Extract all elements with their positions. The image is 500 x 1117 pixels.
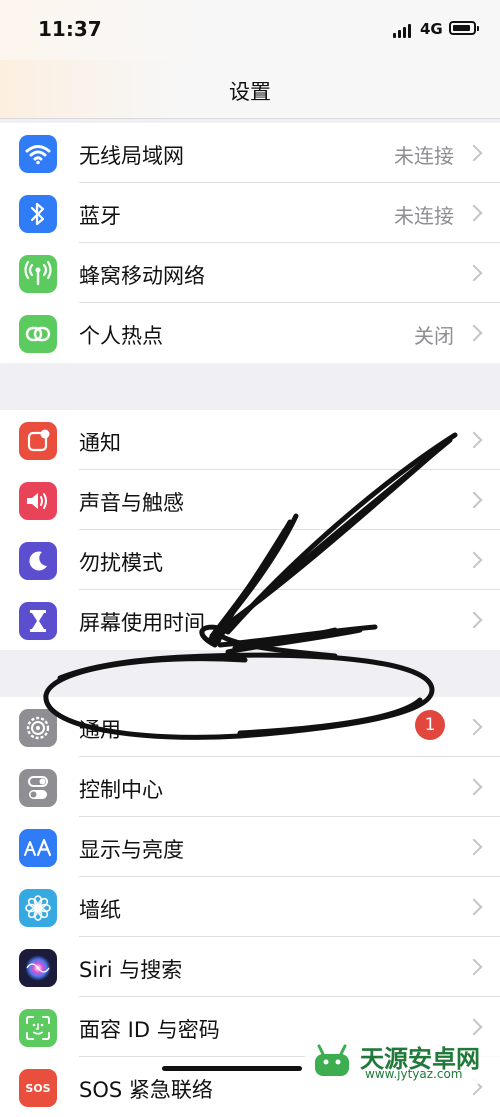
settings-row-general[interactable]: 通用 1 bbox=[0, 697, 500, 757]
flower-icon bbox=[19, 889, 57, 927]
battery-icon bbox=[449, 21, 479, 35]
settings-row-wifi[interactable]: 无线局域网 未连接 bbox=[0, 123, 500, 183]
settings-row-label: 通知 bbox=[79, 431, 121, 455]
chevron-right-icon bbox=[465, 144, 483, 162]
settings-row-label: 屏幕使用时间 bbox=[79, 611, 205, 635]
toggles-icon bbox=[19, 769, 57, 807]
signal-strength-icon bbox=[393, 22, 413, 38]
status-time: 11:37 bbox=[38, 17, 102, 41]
chevron-right-icon bbox=[465, 898, 483, 916]
settings-row-label: 面容 ID 与密码 bbox=[79, 1018, 220, 1042]
settings-row-cellular[interactable]: 蜂窝移动网络 bbox=[0, 243, 500, 303]
chevron-right-icon bbox=[465, 718, 483, 736]
wifi-icon bbox=[19, 135, 57, 173]
settings-row-sounds[interactable]: 声音与触感 bbox=[0, 470, 500, 530]
settings-row-screen-time[interactable]: 屏幕使用时间 bbox=[0, 590, 500, 650]
settings-row-value: 未连接 bbox=[394, 144, 454, 168]
settings-row-label: 蜂窝移动网络 bbox=[79, 264, 205, 288]
settings-row-label: 显示与亮度 bbox=[79, 838, 184, 862]
settings-row-label: 蓝牙 bbox=[79, 204, 121, 228]
hotspot-icon bbox=[19, 315, 57, 353]
chevron-right-icon bbox=[465, 491, 483, 509]
chevron-right-icon bbox=[465, 431, 483, 449]
gear-icon bbox=[19, 709, 57, 747]
page-title: 设置 bbox=[229, 80, 271, 104]
sound-icon bbox=[19, 482, 57, 520]
notification-badge: 1 bbox=[415, 710, 445, 740]
settings-row-display[interactable]: 显示与亮度 bbox=[0, 817, 500, 877]
watermark: 天源安卓网 www.jytyaz.com bbox=[305, 1038, 500, 1084]
settings-row-value: 关闭 bbox=[414, 324, 454, 348]
face-id-icon bbox=[19, 1009, 57, 1047]
sos-icon: SOS bbox=[19, 1069, 57, 1107]
hourglass-icon bbox=[19, 602, 57, 640]
status-bar: 11:37 4G bbox=[0, 0, 500, 60]
settings-row-label: 通用 bbox=[79, 718, 121, 742]
settings-row-label: Siri 与搜索 bbox=[79, 958, 183, 982]
settings-row-bluetooth[interactable]: 蓝牙 未连接 bbox=[0, 183, 500, 243]
navigation-bar: 设置 bbox=[0, 60, 500, 119]
bluetooth-icon bbox=[19, 195, 57, 233]
notification-icon bbox=[19, 422, 57, 460]
settings-row-hotspot[interactable]: 个人热点 关闭 bbox=[0, 303, 500, 363]
network-type: 4G bbox=[420, 20, 443, 38]
settings-row-wallpaper[interactable]: 墙纸 bbox=[0, 877, 500, 937]
settings-row-control-center[interactable]: 控制中心 bbox=[0, 757, 500, 817]
chevron-right-icon bbox=[465, 204, 483, 222]
settings-row-label: 控制中心 bbox=[79, 778, 163, 802]
chevron-right-icon bbox=[465, 838, 483, 856]
settings-row-siri[interactable]: Siri 与搜索 bbox=[0, 937, 500, 997]
chevron-right-icon bbox=[465, 264, 483, 282]
chevron-right-icon bbox=[465, 611, 483, 629]
chevron-right-icon bbox=[465, 551, 483, 569]
cellular-icon bbox=[19, 255, 57, 293]
chevron-right-icon bbox=[465, 1018, 483, 1036]
text-size-icon bbox=[19, 829, 57, 867]
settings-row-notifications[interactable]: 通知 bbox=[0, 410, 500, 470]
settings-row-label: 墙纸 bbox=[79, 898, 121, 922]
settings-group-connectivity: 无线局域网 未连接 蓝牙 未连接 蜂窝移动网络 个人热点 关闭 bbox=[0, 123, 500, 363]
settings-row-do-not-disturb[interactable]: 勿扰模式 bbox=[0, 530, 500, 590]
settings-row-label: 无线局域网 bbox=[79, 144, 184, 168]
chevron-right-icon bbox=[465, 778, 483, 796]
settings-row-label: SOS 紧急联络 bbox=[79, 1078, 213, 1102]
moon-icon bbox=[19, 542, 57, 580]
watermark-url: www.jytyaz.com bbox=[365, 1067, 463, 1081]
chevron-right-icon bbox=[465, 324, 483, 342]
chevron-right-icon bbox=[465, 958, 483, 976]
settings-row-label: 勿扰模式 bbox=[79, 551, 163, 575]
siri-icon bbox=[19, 949, 57, 987]
settings-group-notifications: 通知 声音与触感 勿扰模式 屏幕使用时间 bbox=[0, 410, 500, 650]
settings-row-value: 未连接 bbox=[394, 204, 454, 228]
settings-row-label: 声音与触感 bbox=[79, 491, 184, 515]
settings-row-label: 个人热点 bbox=[79, 324, 163, 348]
watermark-logo bbox=[315, 1044, 349, 1076]
home-indicator[interactable] bbox=[162, 1066, 302, 1071]
